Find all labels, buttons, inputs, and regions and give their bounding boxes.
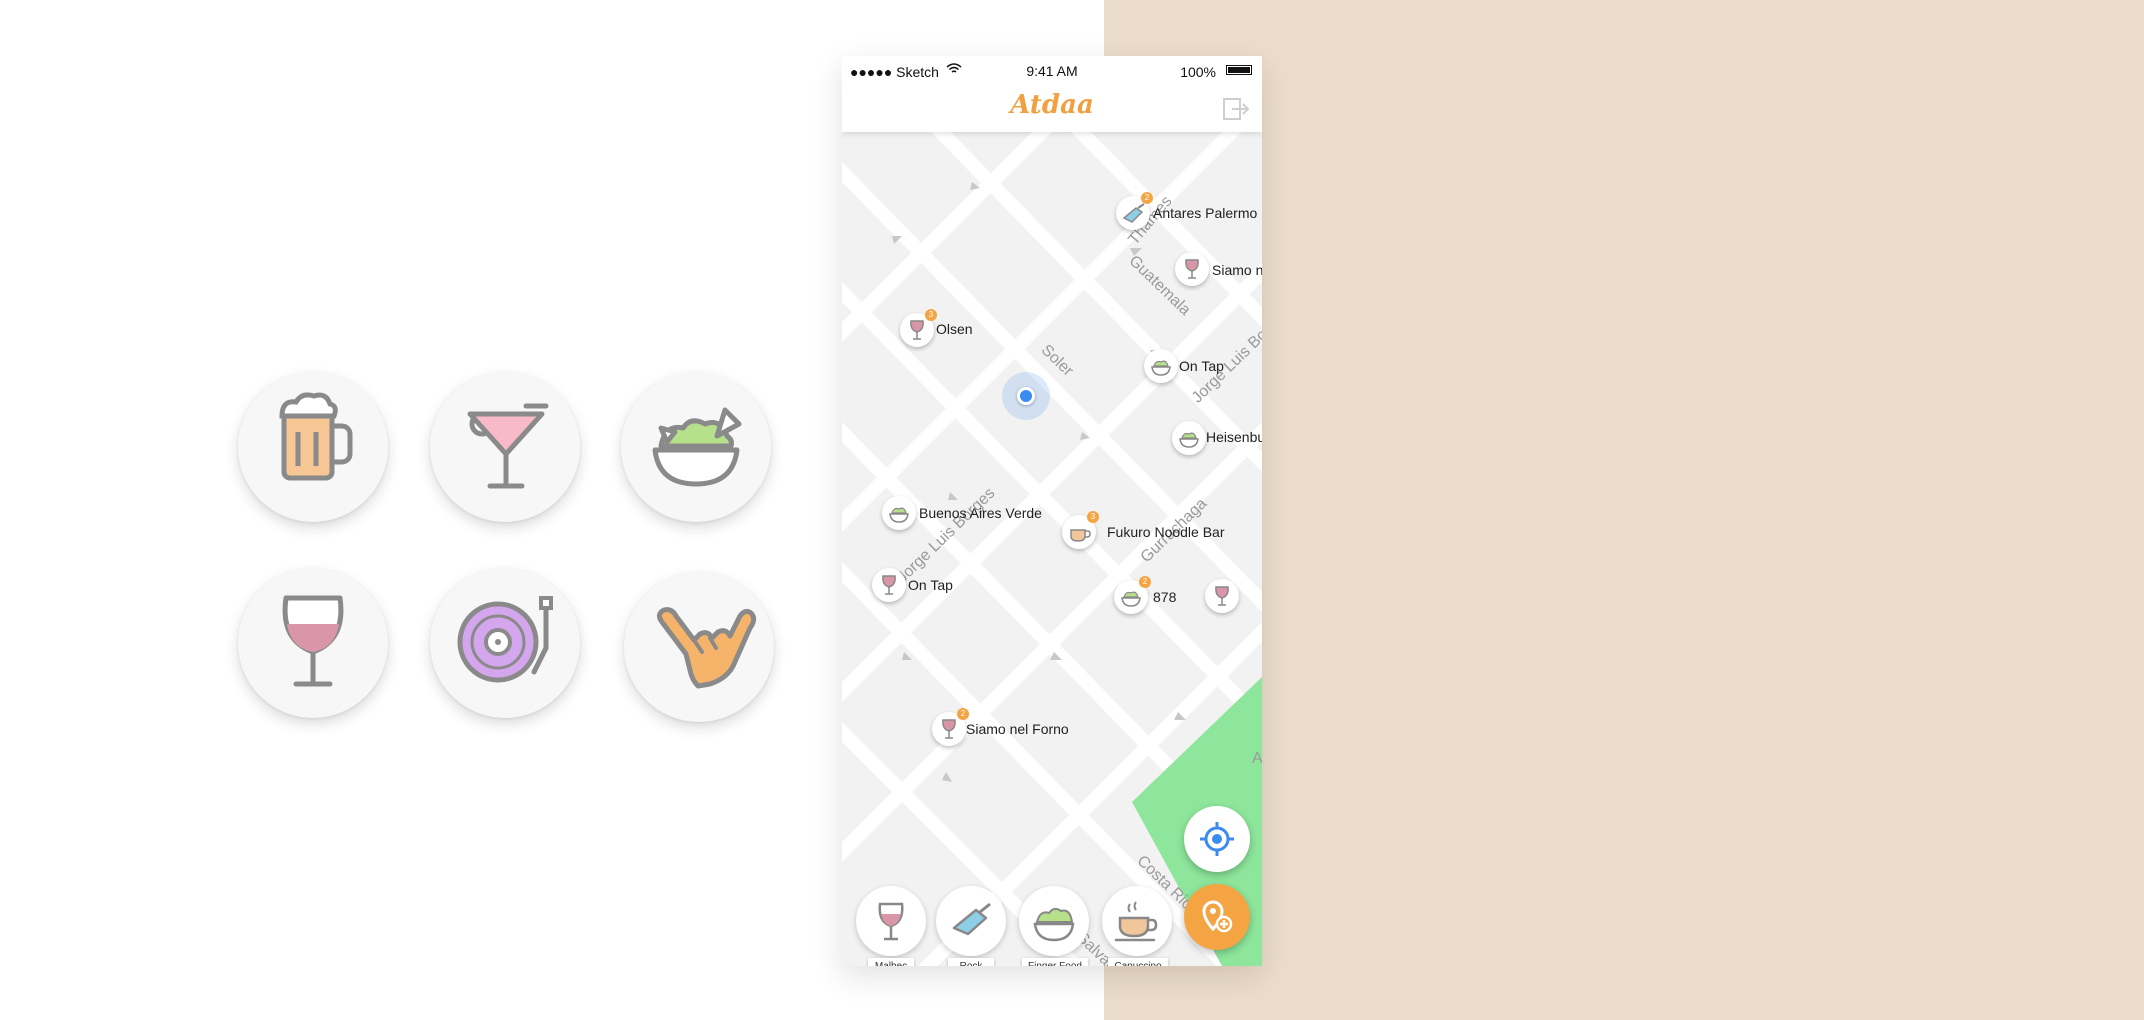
street-label: A bbox=[1252, 750, 1262, 767]
place-label[interactable]: Siamo n bbox=[1212, 262, 1262, 278]
place-pin[interactable]: 2 bbox=[1116, 192, 1153, 230]
pin-badge: 2 bbox=[957, 708, 969, 720]
coffee-cup-icon bbox=[1114, 901, 1158, 942]
place-pin[interactable] bbox=[882, 496, 916, 530]
wine-glass-icon bbox=[1185, 259, 1199, 279]
guitar-icon bbox=[952, 902, 991, 936]
finger-food-bowl-icon bbox=[621, 372, 771, 522]
place-label[interactable]: Olsen bbox=[936, 321, 973, 337]
category-label: Malbec bbox=[868, 958, 914, 966]
user-location-dot bbox=[1017, 387, 1035, 405]
category-rock-concert-button[interactable] bbox=[936, 886, 1006, 956]
category-finger-food-button[interactable] bbox=[1019, 886, 1089, 956]
wine-glass-icon bbox=[882, 575, 896, 595]
phone-screen: Thames Guatemala Soler Jorge Luis Borges… bbox=[842, 56, 1262, 966]
wine-glass-icon bbox=[1215, 586, 1229, 606]
place-pin[interactable]: 2 bbox=[1114, 576, 1151, 614]
add-place-button[interactable] bbox=[1184, 884, 1250, 950]
place-pin[interactable] bbox=[1205, 579, 1239, 613]
place-pin[interactable]: 3 bbox=[1062, 511, 1099, 549]
app-header: Atdaa bbox=[842, 86, 1262, 132]
place-label[interactable]: Antares Palermo bbox=[1153, 205, 1257, 221]
add-place-icon bbox=[1202, 900, 1233, 933]
pin-badge: 3 bbox=[1087, 511, 1099, 523]
wine-glass-icon bbox=[238, 568, 388, 718]
locate-button[interactable] bbox=[1184, 806, 1250, 872]
category-label: Capuccino bbox=[1108, 958, 1168, 966]
place-pin[interactable] bbox=[872, 568, 906, 602]
beer-mug-icon bbox=[238, 372, 388, 522]
place-pin[interactable]: 2 bbox=[932, 708, 969, 746]
finger-food-icon bbox=[1033, 907, 1075, 942]
status-bar: ●●●●● Sketch 9:41 AM 100% bbox=[842, 56, 1262, 86]
place-label[interactable]: Buenos Aires Verde bbox=[919, 505, 1042, 521]
finger-food-icon bbox=[1179, 432, 1199, 448]
category-capuccino-button[interactable] bbox=[1102, 886, 1172, 956]
place-pin[interactable] bbox=[1144, 349, 1178, 383]
place-label[interactable]: Fukuro Noodle Bar bbox=[1107, 524, 1225, 540]
shaka-hand-icon bbox=[624, 572, 774, 722]
pin-badge: 2 bbox=[1139, 576, 1151, 588]
pin-badge: 2 bbox=[1141, 192, 1153, 204]
cocktail-glass-icon bbox=[430, 372, 580, 522]
locate-icon bbox=[1200, 822, 1234, 856]
place-pin[interactable] bbox=[1172, 421, 1206, 455]
place-label[interactable]: Siamo nel Forno bbox=[966, 721, 1069, 737]
category-label: Finger Food bbox=[1022, 958, 1088, 966]
battery-icon bbox=[1226, 65, 1252, 75]
category-label: Rock Concert bbox=[948, 958, 994, 966]
battery-percent: 100% bbox=[1180, 64, 1216, 80]
place-pin[interactable]: 3 bbox=[900, 309, 937, 347]
exit-icon bbox=[1223, 98, 1250, 120]
place-label[interactable]: On Tap bbox=[908, 577, 953, 593]
place-pin[interactable] bbox=[1175, 252, 1209, 286]
exit-button[interactable] bbox=[1222, 96, 1250, 122]
place-label[interactable]: On Tap bbox=[1179, 358, 1224, 374]
finger-food-icon bbox=[889, 507, 909, 523]
finger-food-icon bbox=[1151, 360, 1171, 376]
wine-glass-icon bbox=[878, 902, 904, 941]
vinyl-record-icon bbox=[430, 568, 580, 718]
place-label[interactable]: 878 bbox=[1153, 589, 1176, 605]
place-label[interactable]: Heisenbu bbox=[1206, 429, 1262, 445]
map-view[interactable]: Thames Guatemala Soler Jorge Luis Borges… bbox=[842, 62, 1262, 966]
pin-badge: 3 bbox=[925, 309, 937, 321]
category-malbec-button[interactable] bbox=[856, 886, 926, 956]
app-logo: Atdaa bbox=[1010, 90, 1094, 120]
